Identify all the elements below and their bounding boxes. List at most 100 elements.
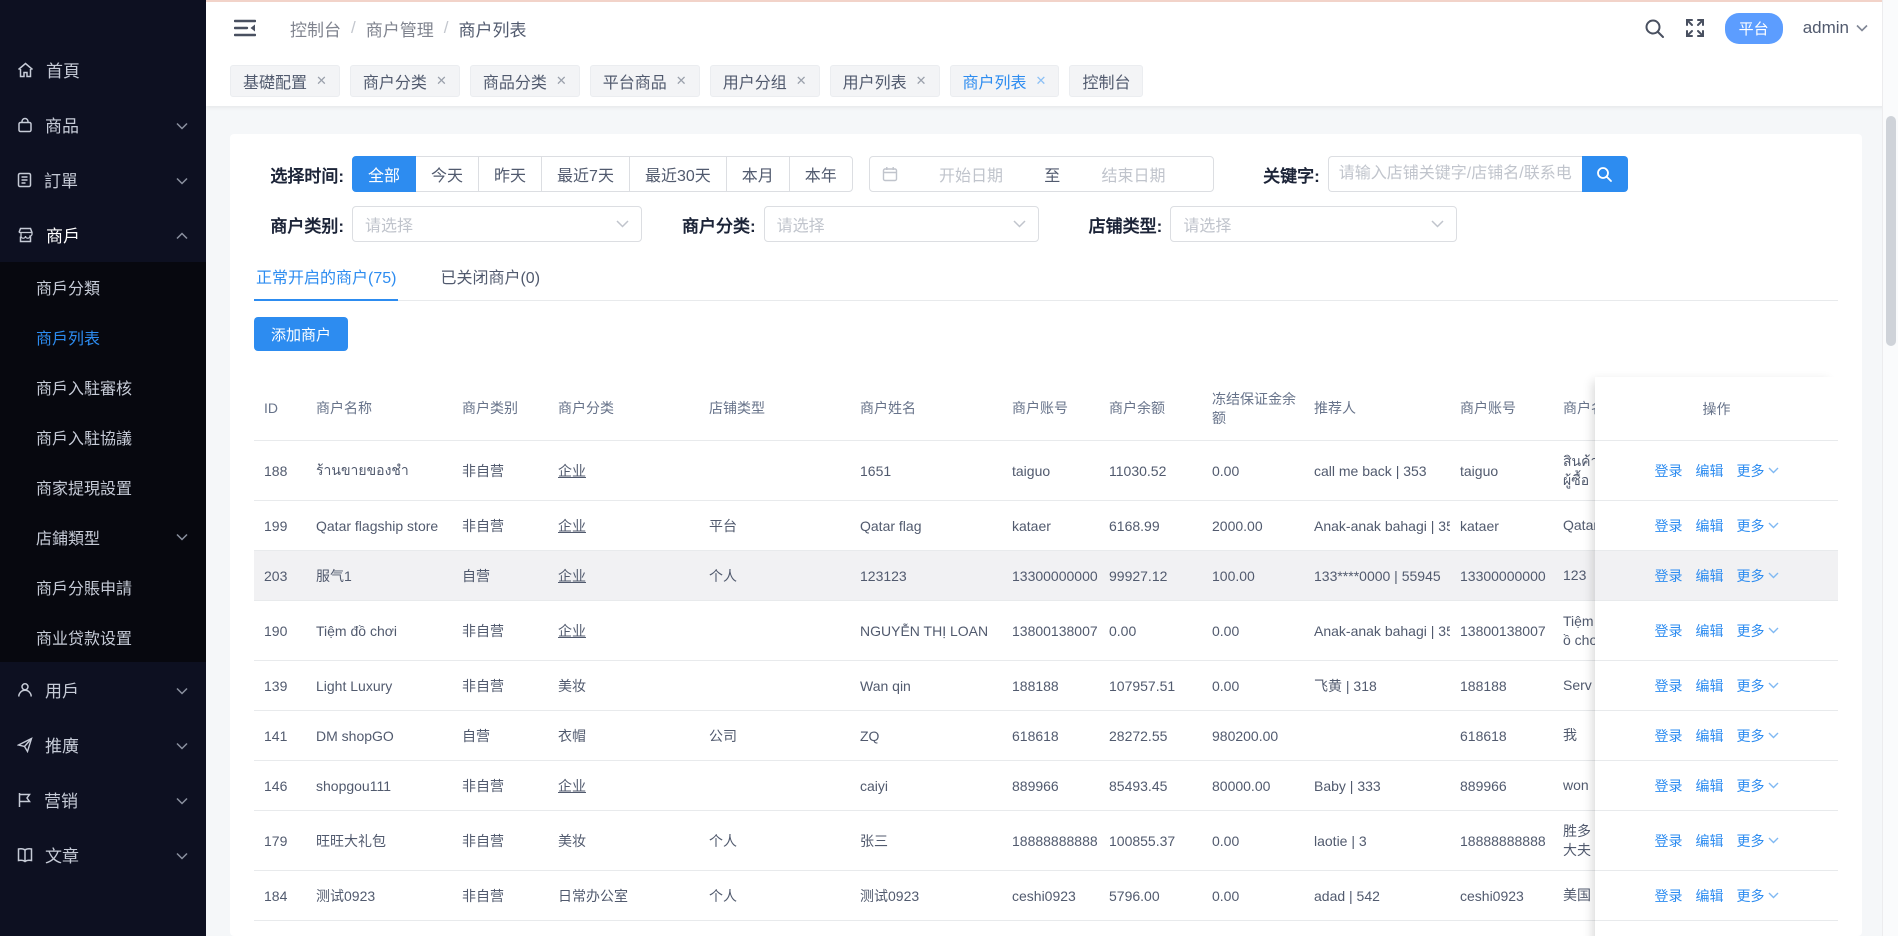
opened-tag-商户分类[interactable]: 商户分类✕ — [350, 65, 460, 97]
login-action-link[interactable]: 登录 — [1655, 566, 1683, 586]
opened-tag-商品分类[interactable]: 商品分类✕ — [470, 65, 580, 97]
opened-tag-商户列表[interactable]: 商户列表✕ — [950, 65, 1060, 97]
page-scrollbar[interactable] — [1882, 0, 1898, 936]
sidebar-subitem-1[interactable]: 商戶分類 — [0, 262, 206, 312]
login-action-link[interactable]: 登录 — [1655, 676, 1683, 696]
breadcrumb-item[interactable]: 商户管理 — [366, 16, 434, 41]
sidebar-item-1[interactable]: 首頁 — [0, 42, 206, 97]
sidebar-subitem-4[interactable]: 商戶入駐協議 — [0, 412, 206, 462]
table-cell[interactable]: 企业 — [548, 461, 699, 481]
row-actions: 登录编辑更多 — [1595, 761, 1838, 811]
breadcrumb-item[interactable]: 控制台 — [290, 16, 341, 41]
edit-action-link[interactable]: 编辑 — [1696, 516, 1724, 536]
close-icon[interactable]: ✕ — [676, 73, 687, 89]
table-cell: 飞黄 | 318 — [1304, 676, 1450, 696]
edit-action-link[interactable]: 编辑 — [1696, 831, 1724, 851]
fullscreen-icon[interactable] — [1685, 18, 1705, 38]
more-action-link[interactable]: 更多 — [1737, 461, 1779, 481]
login-action-link[interactable]: 登录 — [1655, 886, 1683, 906]
keyword-search-button[interactable] — [1582, 156, 1628, 192]
merchant-type-select[interactable]: 请选择 — [352, 206, 642, 242]
time-range-本年[interactable]: 本年 — [789, 156, 853, 192]
sidebar-item-2[interactable]: 商品 — [0, 97, 206, 152]
time-range-本月[interactable]: 本月 — [726, 156, 790, 192]
edit-action-link[interactable]: 编辑 — [1696, 621, 1724, 641]
edit-action-link[interactable]: 编辑 — [1696, 726, 1724, 746]
sidebar-subitem-6[interactable]: 店鋪類型 — [0, 512, 206, 562]
table-cell[interactable]: 企业 — [548, 566, 699, 586]
opened-tag-基礎配置[interactable]: 基礎配置✕ — [230, 65, 340, 97]
close-icon[interactable]: ✕ — [796, 73, 807, 89]
more-action-link[interactable]: 更多 — [1737, 726, 1779, 746]
time-range-昨天[interactable]: 昨天 — [478, 156, 542, 192]
sidebar-item-8[interactable]: 文章 — [0, 827, 206, 882]
more-action-link[interactable]: 更多 — [1737, 621, 1779, 641]
table-scroll-area[interactable]: ID商户名称商户类别商户分类店铺类型商户姓名商户账号商户余额冻结保证金余额推荐人… — [254, 377, 1595, 936]
opened-tag-控制台[interactable]: 控制台 — [1069, 65, 1143, 97]
keyword-input[interactable] — [1328, 156, 1582, 192]
close-icon[interactable]: ✕ — [1036, 73, 1047, 89]
more-action-link[interactable]: 更多 — [1737, 776, 1779, 796]
sidebar-item-3[interactable]: 訂單 — [0, 152, 206, 207]
opened-tag-用户分组[interactable]: 用户分组✕ — [710, 65, 820, 97]
time-range-全部[interactable]: 全部 — [352, 156, 416, 192]
chevron-down-icon — [1768, 522, 1779, 529]
search-icon[interactable] — [1644, 18, 1665, 39]
tab-2[interactable]: 已关闭商户(0) — [438, 256, 542, 301]
table-cell: 13800138007 — [1450, 623, 1553, 639]
edit-action-link[interactable]: 编辑 — [1696, 676, 1724, 696]
time-range-最近7天[interactable]: 最近7天 — [541, 156, 630, 192]
sidebar-subitem-5[interactable]: 商家提現設置 — [0, 462, 206, 512]
collapse-menu-icon[interactable] — [234, 19, 256, 37]
table-cell: 203 — [254, 568, 306, 584]
actions-column-header: 操作 — [1595, 377, 1838, 441]
edit-action-link[interactable]: 编辑 — [1696, 776, 1724, 796]
sidebar-item-5[interactable]: 用戶 — [0, 662, 206, 717]
login-action-link[interactable]: 登录 — [1655, 726, 1683, 746]
time-range-今天[interactable]: 今天 — [415, 156, 479, 192]
login-action-link[interactable]: 登录 — [1655, 621, 1683, 641]
sidebar-item-6[interactable]: 推廣 — [0, 717, 206, 772]
table-cell: 非自营 — [452, 516, 548, 536]
sidebar-subitem-3[interactable]: 商戶入駐審核 — [0, 362, 206, 412]
sidebar-subitem-7[interactable]: 商戶分賬申請 — [0, 562, 206, 612]
chevron-down-icon — [1768, 467, 1779, 474]
merchant-category-select[interactable]: 请选择 — [764, 206, 1039, 242]
sidebar-subitem-8[interactable]: 商业贷款设置 — [0, 612, 206, 662]
more-action-link[interactable]: 更多 — [1737, 886, 1779, 906]
breadcrumb: 控制台/商户管理/商户列表 — [290, 16, 526, 41]
edit-action-link[interactable]: 编辑 — [1696, 461, 1724, 481]
tab-1[interactable]: 正常开启的商户(75) — [254, 256, 398, 301]
edit-action-link[interactable]: 编辑 — [1696, 886, 1724, 906]
login-action-link[interactable]: 登录 — [1655, 776, 1683, 796]
add-merchant-button[interactable]: 添加商户 — [254, 317, 348, 351]
login-action-link[interactable]: 登录 — [1655, 516, 1683, 536]
table-cell[interactable]: 企业 — [548, 776, 699, 796]
sidebar-item-4[interactable]: 商戶 — [0, 207, 206, 262]
sidebar-subitem-2[interactable]: 商戶列表 — [0, 312, 206, 362]
date-range-picker[interactable]: 开始日期 至 结束日期 — [869, 156, 1214, 192]
close-icon[interactable]: ✕ — [436, 73, 447, 89]
user-menu[interactable]: admin — [1803, 18, 1868, 38]
close-icon[interactable]: ✕ — [316, 73, 327, 89]
scrollbar-thumb[interactable] — [1886, 116, 1896, 346]
more-action-link[interactable]: 更多 — [1737, 566, 1779, 586]
edit-action-link[interactable]: 编辑 — [1696, 566, 1724, 586]
more-action-link[interactable]: 更多 — [1737, 516, 1779, 536]
more-action-link[interactable]: 更多 — [1737, 831, 1779, 851]
table-cell: Qatar flag — [850, 518, 1002, 534]
sidebar-item-7[interactable]: 营销 — [0, 772, 206, 827]
login-action-link[interactable]: 登录 — [1655, 831, 1683, 851]
time-range-最近30天[interactable]: 最近30天 — [629, 156, 727, 192]
table-cell[interactable]: 企业 — [548, 516, 699, 536]
close-icon[interactable]: ✕ — [556, 73, 567, 89]
more-action-link[interactable]: 更多 — [1737, 676, 1779, 696]
table-cell[interactable]: 企业 — [548, 621, 699, 641]
close-icon[interactable]: ✕ — [916, 73, 927, 89]
opened-tag-用户列表[interactable]: 用户列表✕ — [830, 65, 940, 97]
opened-tag-平台商品[interactable]: 平台商品✕ — [590, 65, 700, 97]
store-type-select[interactable]: 请选择 — [1170, 206, 1457, 242]
table-cell: taiguo — [1002, 463, 1099, 479]
login-action-link[interactable]: 登录 — [1655, 461, 1683, 481]
table-cell: won — [1553, 776, 1595, 795]
